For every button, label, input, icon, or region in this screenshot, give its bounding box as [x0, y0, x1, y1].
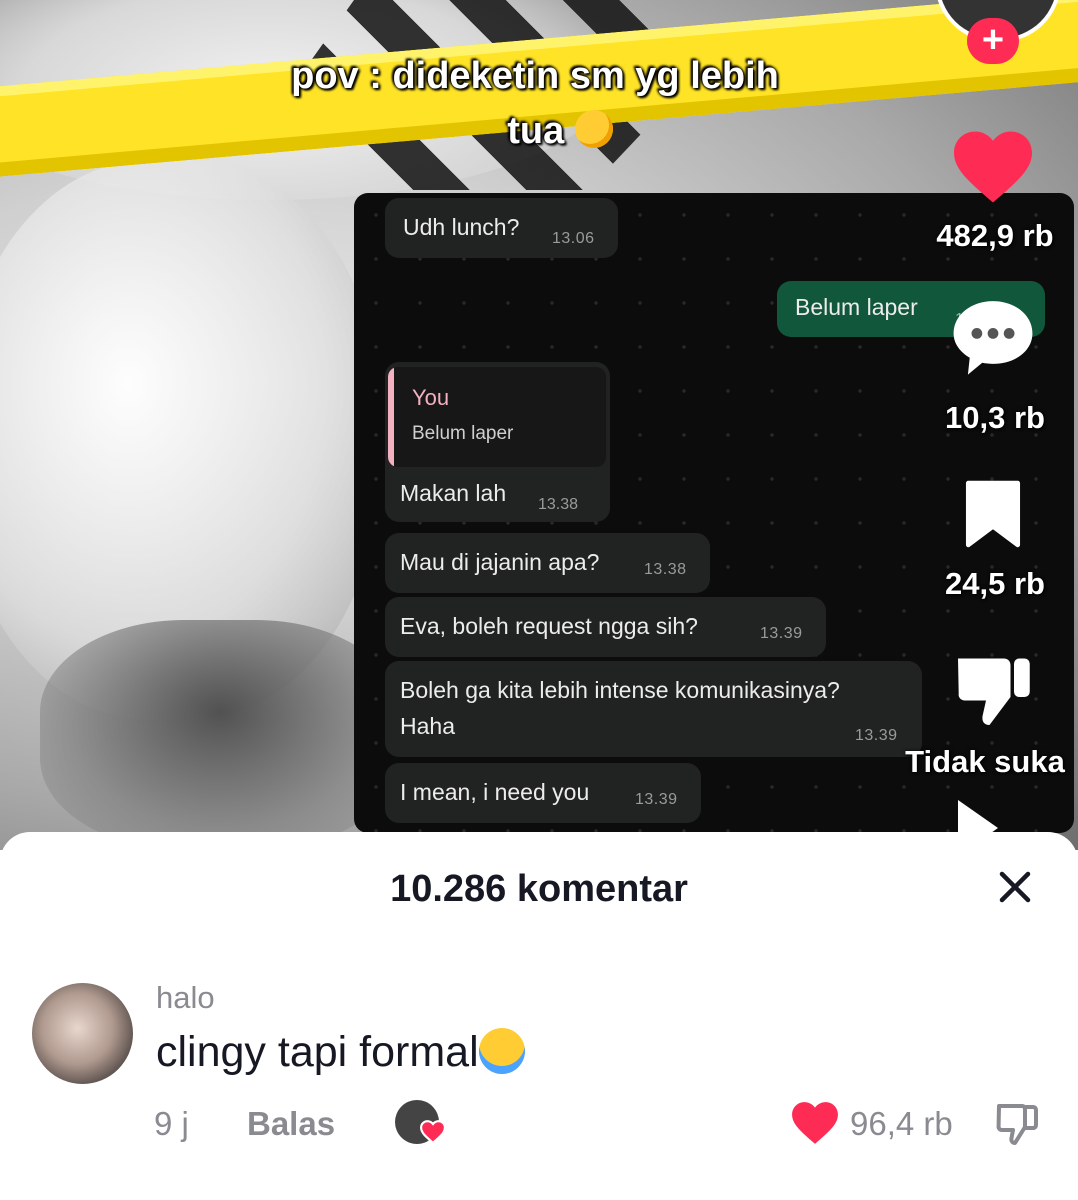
reply-quote-bar: [388, 367, 394, 467]
comment-like-button[interactable]: [790, 1100, 840, 1151]
heart-icon: [954, 131, 1032, 203]
save-count: 24,5 rb: [945, 566, 1045, 601]
thumbs-down-icon: [958, 658, 1030, 725]
chat-message: Eva, boleh request ngga sih? 13.39: [385, 597, 826, 657]
chat-message-time: 13.38: [538, 496, 579, 513]
comment-age: 9 j: [154, 1105, 189, 1142]
reply-quote-author: You: [412, 385, 450, 410]
video-caption-line2: tua: [360, 109, 760, 153]
follow-plus-button[interactable]: +: [967, 18, 1019, 64]
chat-message: Udh lunch? 13.06: [385, 198, 618, 258]
plus-icon: +: [981, 19, 1005, 61]
comment-like-count: 96,4 rb: [850, 1105, 953, 1142]
save-button[interactable]: [962, 480, 1024, 548]
chat-message: Mau di jajanin apa? 13.38: [385, 533, 710, 593]
comment-button[interactable]: [950, 297, 1036, 377]
reply-quote: You Belum laper: [388, 367, 606, 467]
video-caption: pov : dideketin sm yg lebih: [291, 55, 779, 97]
reply-quote-text: Belum laper: [412, 423, 514, 444]
comment-bubble-icon: [953, 301, 1033, 375]
background-bottle: [40, 620, 400, 850]
thumbs-down-outline-icon: [996, 1104, 1038, 1145]
chat-message: I mean, i need you 13.39: [385, 763, 701, 823]
dislike-label: Tidak suka: [905, 744, 1065, 779]
chat-message-text: Makan lah: [400, 480, 507, 506]
chat-message: Boleh ga kita lebih intense komunikasiny…: [385, 661, 922, 757]
melting-face-icon: [574, 109, 613, 148]
like-count: 482,9 rb: [936, 218, 1054, 253]
comment-count: 10,3 rb: [945, 400, 1045, 435]
video-player[interactable]: Udh lunch? 13.06 Belum laper 13.35 You B…: [0, 0, 1078, 850]
reply-button[interactable]: Balas: [247, 1105, 335, 1143]
close-icon: [999, 871, 1031, 903]
dislike-button[interactable]: [950, 648, 1036, 732]
bookmark-icon: [965, 480, 1021, 548]
heart-icon: [792, 1102, 838, 1144]
close-button[interactable]: [990, 862, 1040, 912]
comment-avatar[interactable]: [32, 983, 133, 1084]
comments-title: 10.286 komentar: [390, 868, 688, 910]
loudly-crying-face-icon: [478, 1027, 525, 1074]
comment-text: clingy tapi formal: [156, 1027, 525, 1078]
like-button[interactable]: [950, 128, 1036, 206]
comment-dislike-button[interactable]: [992, 1100, 1042, 1153]
comment-username[interactable]: halo: [156, 980, 215, 1016]
creator-liked-heart-icon: [419, 1120, 447, 1149]
